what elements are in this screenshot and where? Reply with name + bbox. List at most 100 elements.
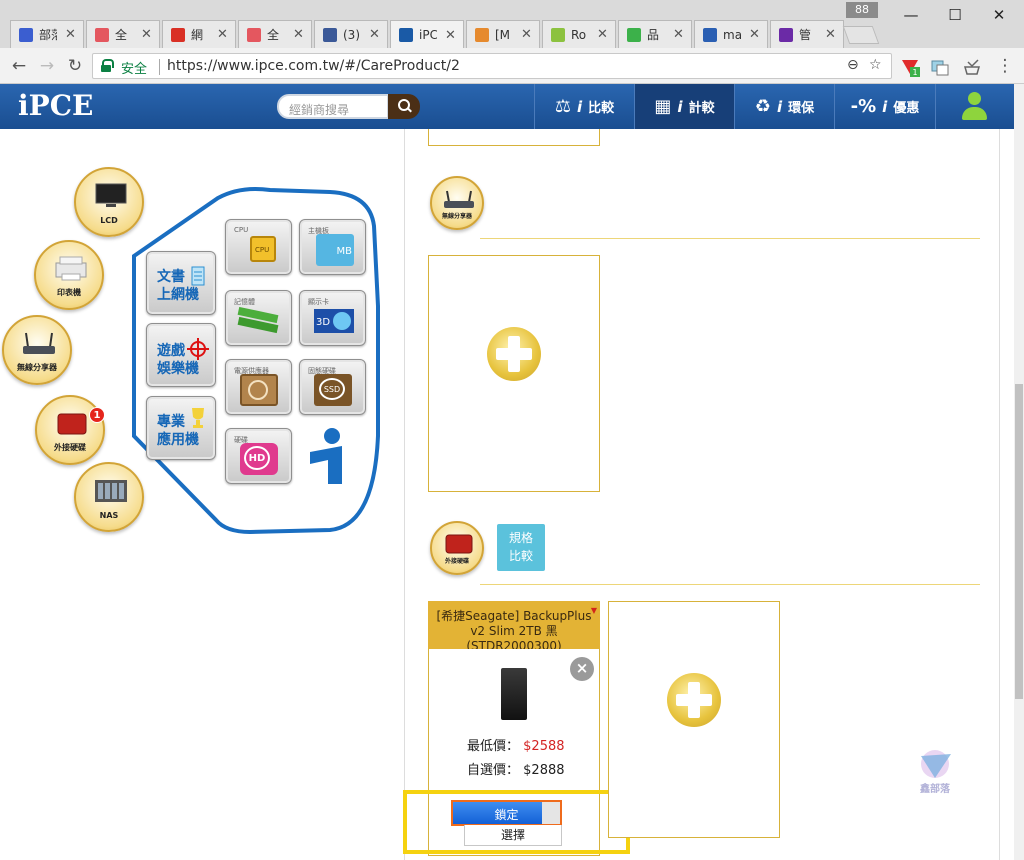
power-supply-icon: [240, 374, 278, 406]
dropdown-triangle-icon[interactable]: ▼: [591, 603, 597, 618]
percent-icon: -%: [850, 96, 877, 117]
browser-tab[interactable]: 全 ✕: [238, 20, 312, 48]
nav-discount[interactable]: -% i 優惠: [834, 84, 936, 129]
key-line2: 娛樂機: [157, 361, 199, 377]
maximize-icon[interactable]: ☐: [940, 4, 970, 26]
browser-tab[interactable]: 品 ✕: [618, 20, 692, 48]
nav-compare[interactable]: ⚖ i 比較: [534, 84, 634, 129]
browser-tab[interactable]: (3) ✕: [314, 20, 388, 48]
part-motherboard[interactable]: 主機板 MB: [299, 219, 366, 275]
page-scrollbar[interactable]: [1014, 84, 1024, 860]
product-card-title[interactable]: ▼ [希捷Seagate] BackupPlus v2 Slim 2TB 黑 (…: [428, 601, 600, 649]
nav-calculate[interactable]: ▦ i 計較: [634, 84, 734, 129]
browser-tab[interactable]: 網 ✕: [162, 20, 236, 48]
tab-close-icon[interactable]: ✕: [673, 27, 684, 42]
tab-close-icon[interactable]: ✕: [825, 27, 836, 42]
dealer-search-input[interactable]: 經銷商搜尋: [277, 94, 389, 119]
part-graphics-card[interactable]: 顯示卡 3D: [299, 290, 366, 346]
zoom-icon[interactable]: ⊖: [847, 57, 859, 73]
back-arrow-icon[interactable]: ←: [8, 55, 30, 77]
browser-tab[interactable]: 部落 ✕: [10, 20, 84, 48]
part-hdd[interactable]: 硬碟 HD: [225, 428, 292, 484]
tab-close-icon[interactable]: ✕: [521, 27, 532, 42]
spec-compare-line2: 比較: [508, 549, 533, 563]
category-label: 外接硬碟: [54, 443, 86, 452]
minimize-icon[interactable]: —: [896, 4, 926, 26]
router-icon: [444, 190, 474, 208]
tab-close-icon[interactable]: ✕: [293, 27, 304, 42]
tab-close-icon[interactable]: ✕: [65, 27, 76, 42]
monitor-icon: [95, 183, 127, 207]
cpu-chip-icon: CPU: [250, 236, 276, 262]
hdd-icon: HD: [240, 443, 278, 475]
browser-tab[interactable]: ma ✕: [694, 20, 768, 48]
router-icon: [23, 332, 55, 354]
min-price-label: 最低價：: [467, 739, 520, 754]
browser-tab[interactable]: [M ✕: [466, 20, 540, 48]
secure-label: 安全: [121, 62, 148, 77]
category-router[interactable]: 無線分享器: [2, 315, 72, 385]
nav-eco[interactable]: ♻ i 環保: [734, 84, 834, 129]
browser-tab[interactable]: 全 ✕: [86, 20, 160, 48]
ssd-icon: SSD: [314, 374, 352, 406]
part-ssd[interactable]: 固態硬碟 SSD: [299, 359, 366, 415]
browser-tab[interactable]: Ro ✕: [542, 20, 616, 48]
category-external-hdd[interactable]: 外接硬碟: [35, 395, 105, 465]
url-text[interactable]: https://www.ipce.com.tw/#/CareProduct/2: [167, 58, 460, 74]
reload-icon[interactable]: ↻: [64, 55, 86, 77]
tab-close-icon[interactable]: ✕: [217, 27, 228, 42]
close-window-icon[interactable]: ✕: [984, 4, 1014, 26]
forward-arrow-icon[interactable]: →: [36, 55, 58, 77]
new-tab-button[interactable]: [842, 26, 880, 44]
product-image: [501, 668, 527, 720]
tab-title: (3): [343, 27, 360, 42]
shield-extension-icon[interactable]: 1: [900, 57, 920, 77]
address-bar[interactable]: 安全 https://www.ipce.com.tw/#/CareProduct…: [92, 53, 892, 79]
tab-close-icon[interactable]: ✕: [749, 27, 760, 42]
tab-favicon-icon: [323, 27, 337, 42]
previous-slot[interactable]: [428, 129, 600, 146]
browser-tab[interactable]: 管 ✕: [770, 20, 844, 48]
browser-tab[interactable]: iPC ✕: [390, 20, 464, 49]
product-name-line1: [希捷Seagate] BackupPlus: [436, 609, 592, 623]
category-label: 印表機: [57, 288, 81, 297]
build-type-gaming[interactable]: 遊戲 娛樂機: [146, 323, 216, 387]
nav-i-mark: i: [576, 97, 583, 116]
translate-extension-icon[interactable]: [930, 57, 950, 77]
notification-badge: 1: [89, 407, 105, 423]
site-header: iPCE 經銷商搜尋 ⚖ i 比較 ▦ i 計較 ♻ i 環保 -% i 優惠: [0, 84, 1014, 129]
remove-product-icon[interactable]: ×: [570, 657, 594, 681]
build-type-office[interactable]: 文書 上網機: [146, 251, 216, 315]
part-memory[interactable]: 記憶體: [225, 290, 292, 346]
site-logo[interactable]: iPCE: [18, 89, 93, 122]
add-product-icon[interactable]: [487, 327, 541, 381]
spec-compare-button[interactable]: 規格 比較: [497, 524, 545, 571]
tab-title: 品: [647, 28, 660, 42]
highlight-frame: [403, 790, 630, 854]
tab-counter: 88: [846, 2, 878, 18]
trophy-icon: [192, 408, 204, 428]
inbox-extension-icon[interactable]: [962, 57, 982, 77]
nas-icon: [95, 480, 127, 502]
scrollbar-thumb[interactable]: [1015, 384, 1023, 699]
menu-dots-icon[interactable]: ⋮: [994, 55, 1016, 77]
ipce-brand-icon: [310, 428, 342, 484]
search-icon[interactable]: [388, 94, 420, 119]
tab-close-icon[interactable]: ✕: [369, 27, 380, 42]
tab-title: 部落: [39, 28, 57, 42]
tab-close-icon[interactable]: ✕: [141, 27, 152, 42]
key-caption: 記憶體: [234, 298, 255, 306]
build-type-professional[interactable]: 專業 應用機: [146, 396, 216, 460]
tab-title: Ro: [571, 27, 587, 42]
watermark-logo: 鑫部落: [910, 748, 960, 795]
user-icon[interactable]: [960, 92, 988, 122]
add-product-icon[interactable]: [667, 673, 721, 727]
bookmark-star-icon[interactable]: ☆: [869, 57, 882, 73]
part-cpu[interactable]: CPU CPU: [225, 219, 292, 275]
tab-close-icon[interactable]: ✕: [445, 28, 456, 43]
nav-eco-label: 環保: [788, 101, 815, 116]
part-power-supply[interactable]: 電源供應器: [225, 359, 292, 415]
category-printer[interactable]: 印表機: [34, 240, 104, 310]
tab-close-icon[interactable]: ✕: [597, 27, 608, 42]
tab-favicon-icon: [19, 27, 33, 42]
